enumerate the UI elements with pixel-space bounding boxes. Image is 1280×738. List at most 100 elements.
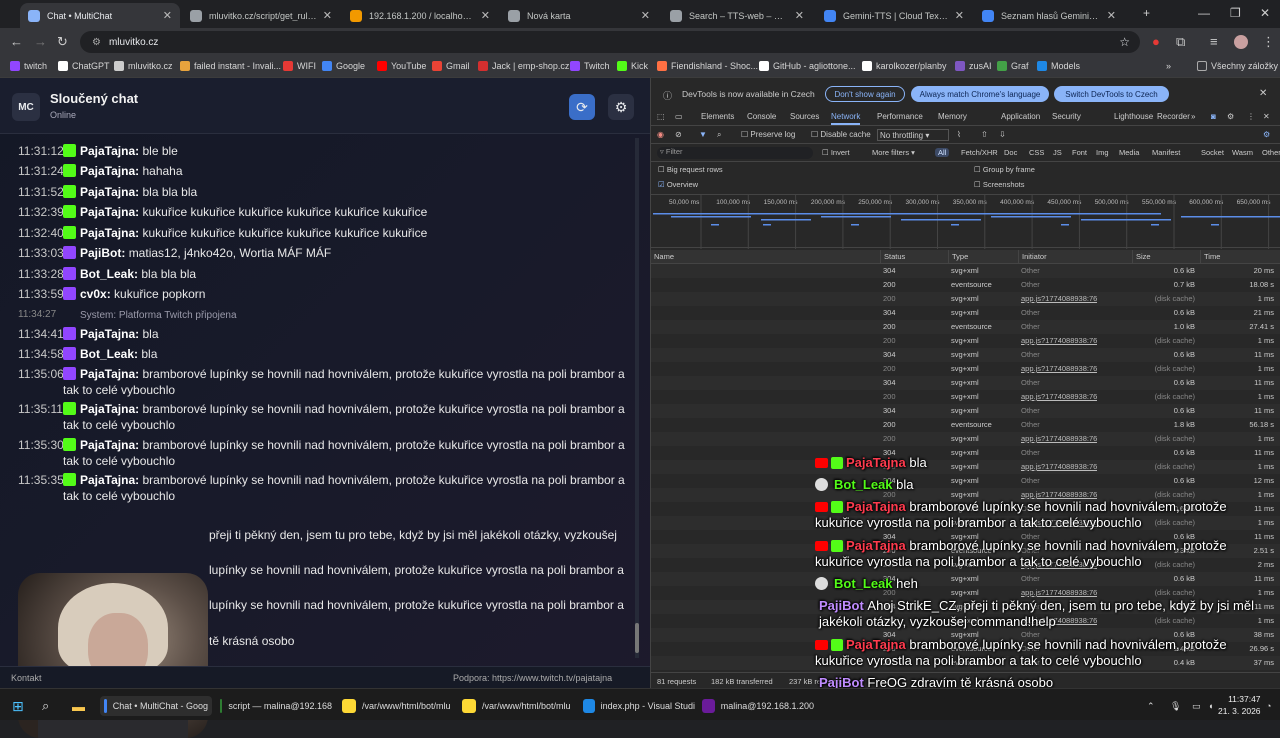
- bookmark-item[interactable]: Graf: [997, 61, 1029, 71]
- restore-icon[interactable]: ❐: [1230, 6, 1241, 20]
- bookmark-item[interactable]: Fiendishland - Shoc...: [657, 61, 758, 71]
- filter-type-button[interactable]: Wasm: [1229, 148, 1256, 157]
- request-initiator[interactable]: app.js?1774088938:76: [1021, 558, 1097, 572]
- taskbar-app[interactable]: Chat • MultiChat - Goog: [100, 696, 212, 716]
- bookmark-item[interactable]: Gmail: [432, 61, 470, 71]
- close-devtools-icon[interactable]: ✕: [1263, 112, 1270, 121]
- back-icon[interactable]: ←: [10, 34, 23, 49]
- bookmark-item[interactable]: Twitch: [570, 61, 610, 71]
- bookmark-item[interactable]: ChatGPT: [58, 61, 110, 71]
- request-initiator[interactable]: app.js?1774088938:76: [1021, 516, 1097, 530]
- filter-icon[interactable]: ▼: [699, 130, 707, 139]
- search-icon[interactable]: ⌕: [42, 696, 49, 716]
- close-banner-icon[interactable]: ✕: [1259, 88, 1267, 99]
- tab-close-icon[interactable]: ✕: [955, 9, 964, 22]
- notifications-icon[interactable]: ◔: [1266, 696, 1271, 716]
- table-row[interactable]: twitch200svg+xmlapp.js?1774088938:76(dis…: [651, 292, 1280, 306]
- tab-close-icon[interactable]: ✕: [163, 9, 172, 22]
- chat-scrollbar[interactable]: [635, 138, 639, 658]
- table-row[interactable]: kick304svg+xmlOther0.6 kB11 ms: [651, 404, 1280, 418]
- devtools-tab[interactable]: Security: [1052, 112, 1081, 121]
- throttling-select[interactable]: No throttling ▾: [877, 129, 949, 141]
- table-row[interactable]: twitch304svg+xmlOther0.6 kB11 ms: [651, 530, 1280, 544]
- filter-type-button[interactable]: CSS: [1026, 148, 1047, 157]
- refresh-button[interactable]: ⟳: [569, 94, 595, 120]
- table-row[interactable]: twitch304svg+xmlOther0.6 kB11 ms: [651, 502, 1280, 516]
- devtools-tab[interactable]: Elements: [701, 112, 734, 121]
- bookmark-item[interactable]: GitHub - agliottone...: [759, 61, 856, 71]
- request-initiator[interactable]: app.js?1774088938:76: [1021, 292, 1097, 306]
- network-settings-icon[interactable]: ⚙: [1263, 130, 1270, 139]
- extension-icon[interactable]: ●: [1152, 34, 1160, 49]
- filter-type-button[interactable]: Font: [1069, 148, 1090, 157]
- table-row[interactable]: twitch304svg+xmlOther0.6 kB11 ms: [651, 348, 1280, 362]
- browser-menu-icon[interactable]: ⋮: [1262, 34, 1275, 50]
- filter-type-button[interactable]: JS: [1050, 148, 1065, 157]
- column-header[interactable]: Type: [949, 250, 1019, 264]
- record-icon[interactable]: ◉: [657, 130, 664, 139]
- request-initiator[interactable]: app.js?1774088938:76: [1021, 488, 1097, 502]
- filter-type-button[interactable]: All: [935, 148, 950, 157]
- taskbar-app[interactable]: script — malina@192.168: [220, 696, 332, 716]
- inspect-icon[interactable]: ⬚: [657, 112, 665, 121]
- filter-type-button[interactable]: Manifest: [1149, 148, 1183, 157]
- dont-show-again-button[interactable]: Don't show again: [825, 86, 905, 102]
- bookmark-item[interactable]: WIFI: [283, 61, 316, 71]
- browser-tab[interactable]: Nová karta ✕: [500, 3, 658, 28]
- column-header[interactable]: Status: [881, 250, 949, 264]
- table-row[interactable]: twitch304svg+xmlOther0.6 kB20 ms: [651, 264, 1280, 278]
- devtools-settings-icon[interactable]: ⚙: [1227, 112, 1234, 121]
- disable-cache-checkbox[interactable]: ☐ Disable cache: [811, 130, 871, 139]
- bookmark-item[interactable]: karolkozer/planby: [862, 61, 947, 71]
- table-row[interactable]: data.php?since=1365200eventsourceOther0.…: [651, 656, 1280, 670]
- minimize-icon[interactable]: —: [1198, 6, 1210, 20]
- more-filters-dropdown[interactable]: More filters ▾: [869, 148, 918, 157]
- extensions-puzzle-icon[interactable]: ⧉: [1176, 34, 1185, 50]
- devtools-tab[interactable]: Network: [831, 112, 861, 125]
- request-initiator[interactable]: app.js?1774088938:76: [1021, 460, 1097, 474]
- table-row[interactable]: twitch304svg+xmlOther0.6 kB11 ms: [651, 572, 1280, 586]
- taskbar-app[interactable]: malina@192.168.1.200: [702, 696, 814, 716]
- column-header[interactable]: Time: [1201, 250, 1280, 264]
- table-row[interactable]: data.php?since=1358200eventsourceOther1.…: [651, 418, 1280, 432]
- microphone-icon[interactable]: 🎙: [1170, 696, 1181, 716]
- browser-tab[interactable]: Gemini-TTS | Cloud Text-to-Sp ✕: [816, 3, 972, 28]
- all-bookmarks[interactable]: Všechny záložky: [1197, 61, 1278, 71]
- devtools-tab[interactable]: Memory: [938, 112, 967, 121]
- devtools-tab[interactable]: Lighthouse: [1114, 112, 1153, 121]
- column-header[interactable]: Size: [1133, 250, 1201, 264]
- table-row[interactable]: twitch304svg+xmlOther0.6 kB38 ms: [651, 628, 1280, 642]
- filter-input[interactable]: ▿ Filter: [657, 147, 813, 159]
- table-row[interactable]: twitch200svg+xmlapp.js?1774088938:76(dis…: [651, 516, 1280, 530]
- overview-checkbox[interactable]: ☑ Overview: [655, 180, 701, 189]
- taskbar-app[interactable]: index.php - Visual Studi: [583, 696, 695, 716]
- more-bookmarks-icon[interactable]: »: [1166, 61, 1171, 71]
- filter-type-button[interactable]: Media: [1116, 148, 1142, 157]
- column-header[interactable]: Name: [651, 250, 881, 264]
- table-row[interactable]: data.php?since=1362200eventsourceOther1.…: [651, 544, 1280, 558]
- request-initiator[interactable]: app.js?1774088938:76: [1021, 614, 1097, 628]
- export-har-icon[interactable]: ⇩: [999, 130, 1006, 139]
- table-row[interactable]: kick304svg+xmlOther0.6 kB12 ms: [651, 474, 1280, 488]
- table-row[interactable]: twitch200svg+xmlapp.js?1774088938:76(dis…: [651, 362, 1280, 376]
- request-initiator[interactable]: app.js?1774088938:76: [1021, 586, 1097, 600]
- device-toolbar-icon[interactable]: ▭: [675, 112, 683, 121]
- clear-icon[interactable]: ⊘: [675, 130, 682, 139]
- request-initiator[interactable]: app.js?1774088938:76: [1021, 362, 1097, 376]
- address-bar[interactable]: ⚙ mluvitko.cz ☆: [80, 31, 1140, 53]
- filter-type-button[interactable]: Img: [1093, 148, 1112, 157]
- site-info-icon[interactable]: ⚙: [92, 37, 101, 48]
- network-overview-timeline[interactable]: 50,000 ms 100,000 ms 150,000 ms 200,000 ms 2…: [651, 194, 1280, 249]
- devtools-tab[interactable]: Performance: [877, 112, 923, 121]
- request-initiator[interactable]: app.js?1774088938:76: [1021, 390, 1097, 404]
- table-row[interactable]: twitch304svg+xmlOther0.6 kB11 ms: [651, 376, 1280, 390]
- scrollbar-thumb[interactable]: [635, 623, 639, 653]
- table-row[interactable]: twitch200svg+xmlapp.js?1774088938:76(dis…: [651, 334, 1280, 348]
- devtools-tab[interactable]: Application: [1001, 112, 1040, 121]
- bookmark-item[interactable]: Models: [1037, 61, 1080, 71]
- taskbar-app[interactable]: /var/www/html/bot/mlu: [342, 696, 454, 716]
- bookmark-item[interactable]: Google: [322, 61, 365, 71]
- filter-type-button[interactable]: Fetch/XHR: [958, 148, 1001, 157]
- bookmark-item[interactable]: mluvitko.cz: [114, 61, 173, 71]
- system-clock[interactable]: 11:37:47 21. 3. 2026: [1218, 693, 1261, 717]
